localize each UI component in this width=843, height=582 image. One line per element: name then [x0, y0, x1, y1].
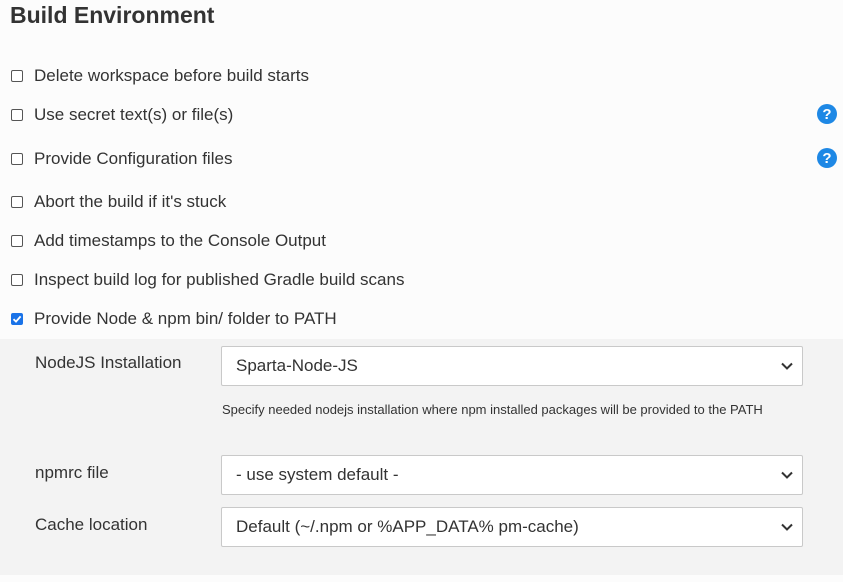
npmrc-label: npmrc file [35, 463, 109, 482]
chevron-down-icon [781, 471, 793, 479]
option-label: Use secret text(s) or file(s) [34, 105, 234, 124]
checkbox[interactable] [11, 235, 23, 247]
chevron-down-icon [781, 362, 793, 370]
npmrc-select[interactable]: - use system default - [221, 455, 803, 495]
chevron-down-icon [781, 523, 793, 531]
option-node-path[interactable]: Provide Node & npm bin/ folder to PATH [11, 308, 337, 330]
cache-location-select[interactable]: Default (~/.npm or %APP_DATA% pm-cache) [221, 507, 803, 547]
option-label: Provide Configuration files [34, 149, 233, 168]
option-gradle-scans[interactable]: Inspect build log for published Gradle b… [11, 269, 404, 291]
select-value: Default (~/.npm or %APP_DATA% pm-cache) [236, 517, 579, 536]
checkbox[interactable] [11, 70, 23, 82]
select-value: Sparta-Node-JS [236, 356, 358, 375]
option-delete-workspace[interactable]: Delete workspace before build starts [11, 65, 309, 87]
option-abort-stuck[interactable]: Abort the build if it's stuck [11, 191, 226, 213]
option-label: Add timestamps to the Console Output [34, 231, 326, 250]
checkbox[interactable] [11, 274, 23, 286]
help-icon[interactable]: ? [817, 148, 837, 168]
option-label: Provide Node & npm bin/ folder to PATH [34, 309, 337, 328]
option-secret-text[interactable]: Use secret text(s) or file(s) [11, 104, 233, 126]
checkbox-checked[interactable] [11, 313, 23, 325]
option-label: Abort the build if it's stuck [34, 192, 227, 211]
checkmark-icon [12, 315, 22, 323]
option-timestamps[interactable]: Add timestamps to the Console Output [11, 230, 326, 252]
help-icon[interactable]: ? [817, 104, 837, 124]
checkbox[interactable] [11, 109, 23, 121]
nodejs-hint: Specify needed nodejs installation where… [222, 402, 763, 417]
option-config-files[interactable]: Provide Configuration files [11, 148, 232, 170]
option-label: Delete workspace before build starts [34, 66, 309, 85]
checkbox[interactable] [11, 196, 23, 208]
select-value: - use system default - [236, 465, 399, 484]
option-label: Inspect build log for published Gradle b… [34, 270, 405, 289]
nodejs-installation-label: NodeJS Installation [35, 353, 182, 372]
checkbox[interactable] [11, 153, 23, 165]
cache-location-label: Cache location [35, 515, 148, 534]
nodejs-installation-select[interactable]: Sparta-Node-JS [221, 346, 803, 386]
section-title: Build Environment [10, 2, 215, 28]
